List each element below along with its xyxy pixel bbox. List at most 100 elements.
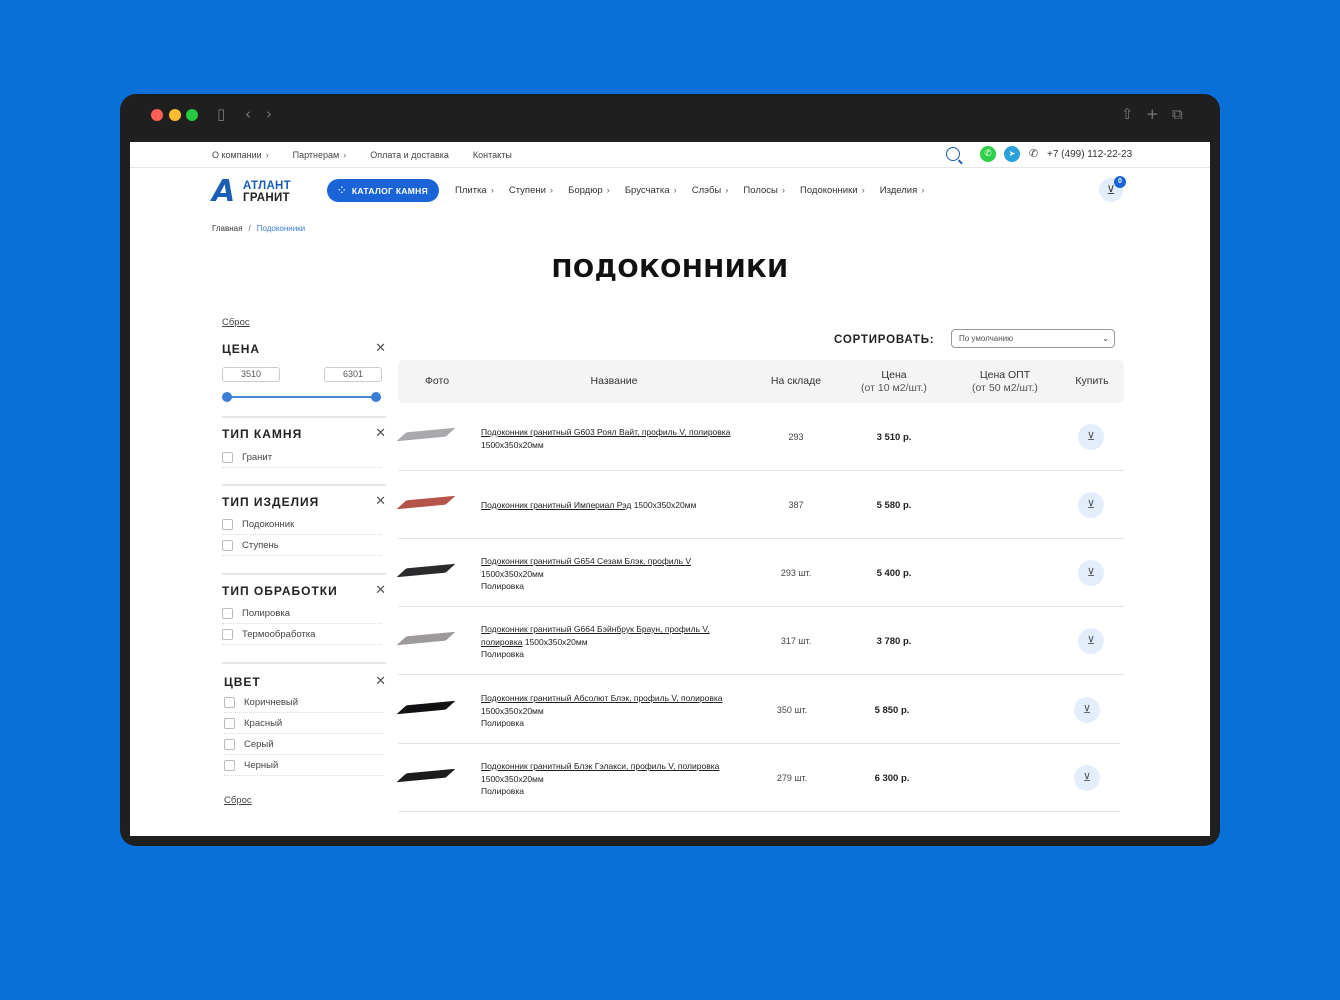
column-header-buy: Купить <box>1075 375 1109 387</box>
basket-icon[interactable]: ⊻ <box>1074 697 1100 723</box>
table-row: Подоконник гранитный G654 Сезам Блэк, пр… <box>396 539 1124 607</box>
product-link[interactable]: Подоконник гранитный G654 Сезам Блэк, пр… <box>481 556 691 566</box>
basket-icon[interactable]: ⊻ <box>1078 492 1104 518</box>
checkbox[interactable] <box>224 696 235 708</box>
product-thumbnail[interactable] <box>396 427 456 442</box>
sidebar-toggle-icon[interactable]: ▯ <box>217 105 225 123</box>
chevron-right-icon: › <box>921 185 925 196</box>
table-header: Фото Название На складе Цена (от 10 м2/шт… <box>398 360 1124 403</box>
close-icon[interactable]: ✕ <box>375 341 386 356</box>
top-link-payment[interactable]: Оплата и доставка <box>370 150 449 160</box>
close-icon[interactable]: ✕ <box>375 494 386 509</box>
chevron-right-icon: › <box>606 185 610 196</box>
close-icon[interactable]: ✕ <box>375 674 386 689</box>
checkbox[interactable] <box>224 738 235 750</box>
stock-value: 387 <box>788 500 804 510</box>
product-thumbnail[interactable] <box>396 768 456 783</box>
filter-option[interactable]: Серый <box>224 734 384 755</box>
whatsapp-icon[interactable]: ✆ <box>980 146 996 162</box>
page-title: ПОДОКОННИКИ <box>551 254 789 283</box>
product-thumbnail[interactable] <box>396 563 456 578</box>
product-link[interactable]: Подоконник гранитный G664 Бэйнбрук Браун… <box>481 624 710 647</box>
filter-option[interactable]: Коричневый <box>224 692 384 713</box>
basket-icon[interactable]: ⊻ <box>1078 628 1104 654</box>
minimize-window-button[interactable] <box>169 109 181 121</box>
checkbox[interactable] <box>222 607 233 619</box>
top-bar: О компании › Партнерам › Оплата и доставка… <box>130 142 1210 168</box>
filter-header: ЦВЕТ ✕ <box>224 674 386 689</box>
product-link[interactable]: Подоконник гранитный Империал Рэд <box>481 500 631 510</box>
price-min-input[interactable]: 3510 <box>222 367 280 382</box>
product-name: Подоконник гранитный Блэк Гэлакси, профи… <box>481 761 720 796</box>
close-window-button[interactable] <box>151 109 163 121</box>
nav-item-tiles[interactable]: Плитка › <box>455 185 494 196</box>
search-icon[interactable] <box>946 147 960 161</box>
product-thumbnail[interactable] <box>396 700 456 715</box>
new-tab-icon[interactable]: + <box>1146 105 1159 123</box>
chevron-down-icon: ⌄ <box>1102 334 1109 343</box>
nav-item-products[interactable]: Изделия › <box>880 185 925 196</box>
product-name: Подоконник гранитный G664 Бэйнбрук Браун… <box>481 624 710 659</box>
nav-item-paving[interactable]: Брусчатка › <box>625 185 677 196</box>
sort-label: СОРТИРОВАТЬ: <box>834 334 935 346</box>
checkbox[interactable] <box>222 628 233 640</box>
nav-item-slabs[interactable]: Слэбы › <box>692 185 729 196</box>
product-link[interactable]: Подоконник гранитный Блэк Гэлакси, профи… <box>481 761 719 771</box>
product-link[interactable]: Подоконник гранитный Абсолют Блэк, профи… <box>481 693 722 703</box>
reset-filters-link-bottom[interactable]: Сброс <box>224 795 252 806</box>
close-icon[interactable]: ✕ <box>375 426 386 441</box>
stock-value: 317 шт. <box>780 636 812 646</box>
checkbox[interactable] <box>222 518 233 530</box>
top-link-about[interactable]: О компании › <box>212 150 269 160</box>
nav-item-sills[interactable]: Подоконники › <box>800 185 865 196</box>
sort-select[interactable]: По умолчанию ⌄ <box>951 329 1115 348</box>
price-max-input[interactable]: 6301 <box>324 367 382 382</box>
share-icon[interactable]: ⇧ <box>1121 105 1134 123</box>
back-arrow-icon[interactable]: ‹ <box>245 105 251 123</box>
forward-arrow-icon[interactable]: › <box>266 105 272 123</box>
filter-group-product-type: ТИП ИЗДЕЛИЯ ✕ Подоконник Ступень <box>222 494 386 556</box>
telegram-icon[interactable]: ➤ <box>1004 146 1020 162</box>
product-link[interactable]: Подоконник гранитный G603 Роял Вайт, про… <box>481 427 730 437</box>
checkbox[interactable] <box>224 759 235 771</box>
checkbox[interactable] <box>224 717 235 729</box>
basket-icon[interactable]: ⊻ <box>1078 560 1104 586</box>
reset-filters-link-top[interactable]: Сброс <box>222 317 250 328</box>
top-link-contacts[interactable]: Контакты <box>473 150 512 160</box>
product-thumbnail[interactable] <box>396 631 456 646</box>
checkbox[interactable] <box>222 539 233 551</box>
filter-option[interactable]: Полировка <box>222 603 382 624</box>
filter-header: ТИП ОБРАБОТКИ ✕ <box>222 583 386 598</box>
product-thumbnail[interactable] <box>396 495 456 510</box>
maximize-window-button[interactable] <box>186 109 198 121</box>
nav-item-steps[interactable]: Ступени › <box>509 185 553 196</box>
filter-option[interactable]: Черный <box>224 755 384 776</box>
price-slider-max-handle[interactable] <box>371 392 381 402</box>
filter-option[interactable]: Подоконник <box>222 514 382 535</box>
tabs-overview-icon[interactable]: ⧉ <box>1172 105 1183 123</box>
phone-number[interactable]: +7 (499) 112-22-23 <box>1047 149 1132 160</box>
chevron-right-icon: › <box>861 185 865 196</box>
filter-option[interactable]: Красный <box>224 713 384 734</box>
basket-icon[interactable]: ⊻ <box>1078 424 1104 450</box>
filter-option[interactable]: Ступень <box>222 535 382 556</box>
breadcrumb-home[interactable]: Главная <box>212 224 242 233</box>
breadcrumb: Главная / Подоконники <box>212 224 306 233</box>
filter-option[interactable]: Гранит <box>222 447 382 468</box>
price-slider-min-handle[interactable] <box>222 392 232 402</box>
catalog-button[interactable]: ⁘ КАТАЛОГ КАМНЯ <box>327 179 439 202</box>
product-name: Подоконник гранитный G654 Сезам Блэк, пр… <box>481 556 692 591</box>
logo-mark: А <box>212 174 235 209</box>
top-link-partners[interactable]: Партнерам › <box>293 150 347 160</box>
product-name: Подоконник гранитный G603 Роял Вайт, про… <box>481 427 731 450</box>
filter-option[interactable]: Термообработка <box>222 624 382 645</box>
basket-icon[interactable]: ⊻ <box>1074 765 1100 791</box>
checkbox[interactable] <box>222 451 233 463</box>
chevron-right-icon: › <box>725 185 729 196</box>
close-icon[interactable]: ✕ <box>375 583 386 598</box>
nav-item-strips[interactable]: Полосы › <box>743 185 785 196</box>
cart-count-badge: 0 <box>1114 176 1126 188</box>
price-value: 3 780 р. <box>876 636 912 647</box>
nav-item-curbs[interactable]: Бордюр › <box>568 185 610 196</box>
site-logo[interactable]: А АТЛАНТ ГРАНИТ <box>212 174 308 209</box>
